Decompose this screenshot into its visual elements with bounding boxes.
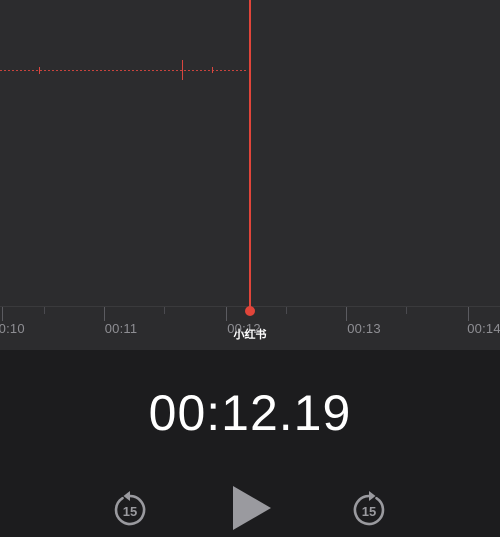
timeline-tick [164, 307, 165, 314]
timeline-label: 00:10 [0, 321, 25, 336]
playhead[interactable] [249, 0, 251, 312]
rotate-ccw-15-icon: 15 [114, 491, 146, 526]
recorded-waveform [0, 70, 246, 71]
timeline-label: 00:14 [467, 321, 500, 336]
skip-forward-button[interactable]: 15 [351, 488, 387, 526]
rotate-cw-15-icon: 15 [353, 491, 385, 526]
timeline-tick [286, 307, 287, 314]
elapsed-time: 00:12.19 [148, 385, 352, 441]
skip-forward-seconds: 15 [362, 504, 376, 519]
timeline-tick [406, 307, 407, 314]
timeline-tick [346, 307, 347, 321]
timeline-tick [226, 307, 227, 321]
timeline-tick [2, 307, 3, 321]
play-button[interactable] [231, 484, 273, 532]
timeline-label: 00:11 [104, 321, 138, 336]
waveform-peak [39, 67, 40, 74]
skip-back-button[interactable]: 15 [112, 488, 148, 526]
timeline-label: 00:13 [347, 321, 381, 336]
playhead-handle[interactable] [245, 306, 255, 316]
timeline-tick [104, 307, 105, 321]
timeline-tick [468, 307, 469, 321]
waveform-peak [212, 67, 213, 73]
skip-back-seconds: 15 [123, 504, 137, 519]
waveform-peak [182, 60, 183, 80]
play-icon [233, 486, 271, 530]
watermark-text: 小红书 [233, 329, 267, 341]
timeline-tick [44, 307, 45, 314]
